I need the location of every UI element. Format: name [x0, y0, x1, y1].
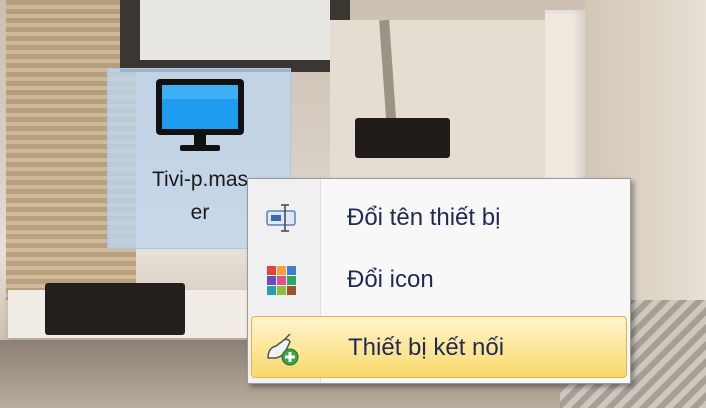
menu-item-connected-devices[interactable]: Thiết bị kết nối — [251, 316, 627, 378]
menu-item-rename-label: Đổi tên thiết bị — [347, 204, 501, 231]
menu-item-connected-devices-label: Thiết bị kết nối — [348, 334, 505, 361]
color-grid-icon — [267, 266, 296, 295]
black-block — [355, 118, 450, 158]
menu-item-change-icon-label: Đổi icon — [347, 266, 434, 293]
connect-device-icon — [267, 333, 299, 366]
black-block-lower — [45, 283, 185, 335]
monitor-icon — [156, 79, 244, 151]
wall-frame-picture — [140, 0, 330, 60]
menu-item-rename[interactable]: Đổi tên thiết bị — [251, 187, 627, 249]
rename-icon — [266, 204, 296, 232]
menu-item-change-icon[interactable]: Đổi icon — [251, 249, 627, 311]
context-menu: Đổi tên thiết bị Đổi icon Thiết bị kết n… — [247, 178, 631, 384]
